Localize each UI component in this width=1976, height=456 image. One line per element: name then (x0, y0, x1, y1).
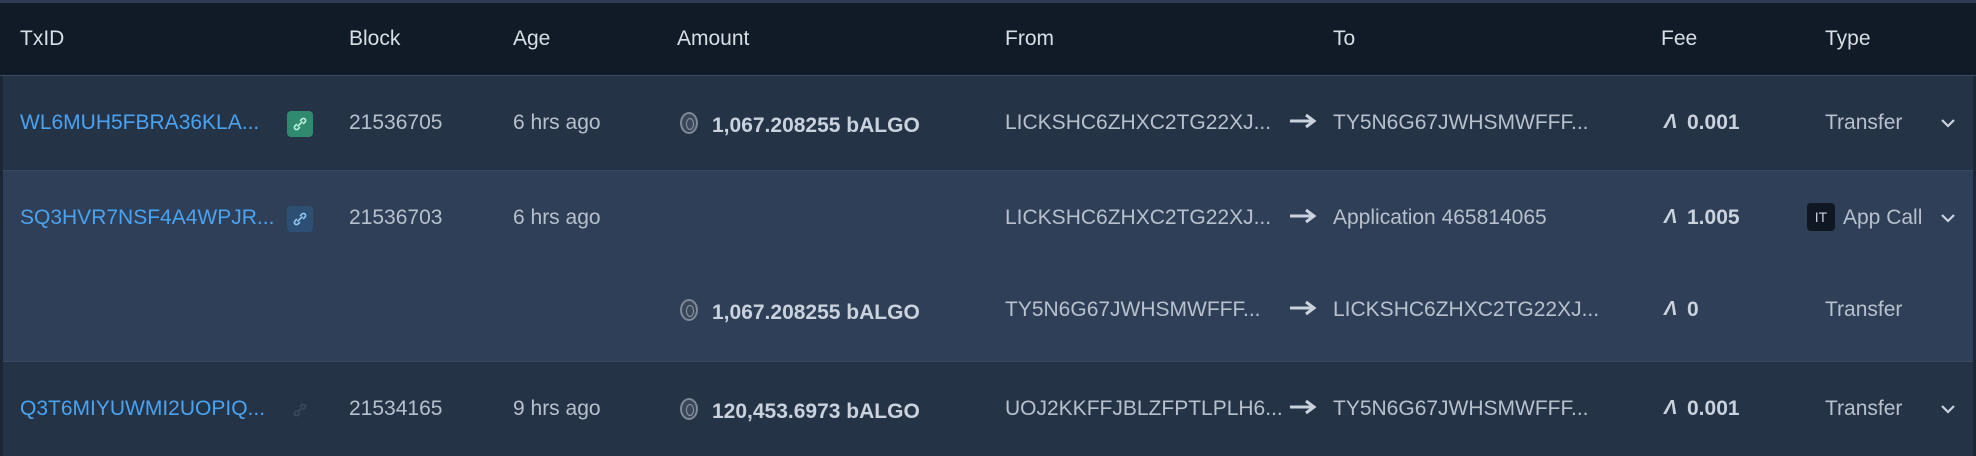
header-txid[interactable]: TxID (20, 27, 64, 51)
arrow-right-icon (1290, 300, 1317, 316)
transactions-table: TxID Block Age Amount From To Fee Type W… (0, 0, 1976, 456)
table-row[interactable]: SQ3HVR7NSF4A4WPJR... 21536703 6 hrs ago … (3, 171, 1973, 362)
link-icon[interactable] (287, 397, 313, 423)
from-address[interactable]: LICKSHC6ZHXC2TG22XJ... (1005, 111, 1271, 135)
fee: 1.005 (1687, 206, 1740, 229)
link-icon[interactable] (287, 111, 313, 137)
coin-icon (680, 112, 698, 134)
from-address[interactable]: TY5N6G67JWHSMWFFF... (1005, 298, 1261, 322)
header-to[interactable]: To (1333, 27, 1355, 51)
from-address[interactable]: LICKSHC6ZHXC2TG22XJ... (1005, 206, 1271, 230)
coin-icon (680, 398, 698, 420)
txid-link[interactable]: Q3T6MIYUWMI2UOPIQ... (20, 397, 265, 421)
header-age[interactable]: Age (513, 27, 550, 51)
arrow-right-icon (1290, 208, 1317, 224)
algo-icon: Λ (1664, 397, 1678, 419)
header-amount[interactable]: Amount (677, 27, 749, 51)
tx-type: Transfer (1825, 397, 1903, 420)
header-from[interactable]: From (1005, 27, 1054, 51)
amount: 1,067.208255 bALGO (712, 114, 920, 137)
inner-tx-badge: IT (1807, 203, 1835, 231)
header-fee[interactable]: Fee (1661, 27, 1697, 51)
fee: 0.001 (1687, 397, 1740, 420)
to-address[interactable]: TY5N6G67JWHSMWFFF... (1333, 397, 1589, 421)
age: 6 hrs ago (513, 206, 601, 229)
arrow-right-icon (1290, 399, 1317, 415)
chevron-down-icon[interactable] (1939, 114, 1957, 132)
from-address[interactable]: UOJ2KKFFJBLZFPTLPLH6... (1005, 397, 1283, 421)
table-row[interactable]: Q3T6MIYUWMI2UOPIQ... 21534165 9 hrs ago … (3, 362, 1973, 456)
table-row[interactable]: WL6MUH5FBRA36KLA... 21536705 6 hrs ago 1… (3, 76, 1973, 171)
amount: 120,453.6973 bALGO (712, 400, 920, 423)
block-number[interactable]: 21534165 (349, 397, 442, 421)
fee: 0.001 (1687, 111, 1740, 134)
to-address[interactable]: TY5N6G67JWHSMWFFF... (1333, 111, 1589, 135)
txid-link[interactable]: SQ3HVR7NSF4A4WPJR... (20, 206, 274, 230)
algo-icon: Λ (1664, 298, 1678, 320)
txid-link[interactable]: WL6MUH5FBRA36KLA... (20, 111, 259, 135)
tx-type: Transfer (1825, 298, 1903, 321)
algo-icon: Λ (1664, 206, 1678, 228)
to-application[interactable]: Application 465814065 (1333, 206, 1547, 230)
coin-icon (680, 299, 698, 321)
link-icon[interactable] (287, 206, 313, 232)
to-address[interactable]: LICKSHC6ZHXC2TG22XJ... (1333, 298, 1599, 322)
header-type[interactable]: Type (1825, 27, 1871, 51)
age: 9 hrs ago (513, 397, 601, 420)
chevron-down-icon[interactable] (1939, 209, 1957, 227)
header-block[interactable]: Block (349, 27, 400, 51)
chevron-down-icon[interactable] (1939, 400, 1957, 418)
tx-type: App Call (1843, 206, 1923, 229)
block-number[interactable]: 21536703 (349, 206, 442, 230)
age: 6 hrs ago (513, 111, 601, 134)
tx-type: Transfer (1825, 111, 1903, 134)
algo-icon: Λ (1664, 111, 1678, 133)
block-number[interactable]: 21536705 (349, 111, 442, 135)
arrow-right-icon (1290, 113, 1317, 129)
fee: 0 (1687, 298, 1699, 321)
amount: 1,067.208255 bALGO (712, 301, 920, 324)
table-header: TxID Block Age Amount From To Fee Type (0, 0, 1976, 76)
